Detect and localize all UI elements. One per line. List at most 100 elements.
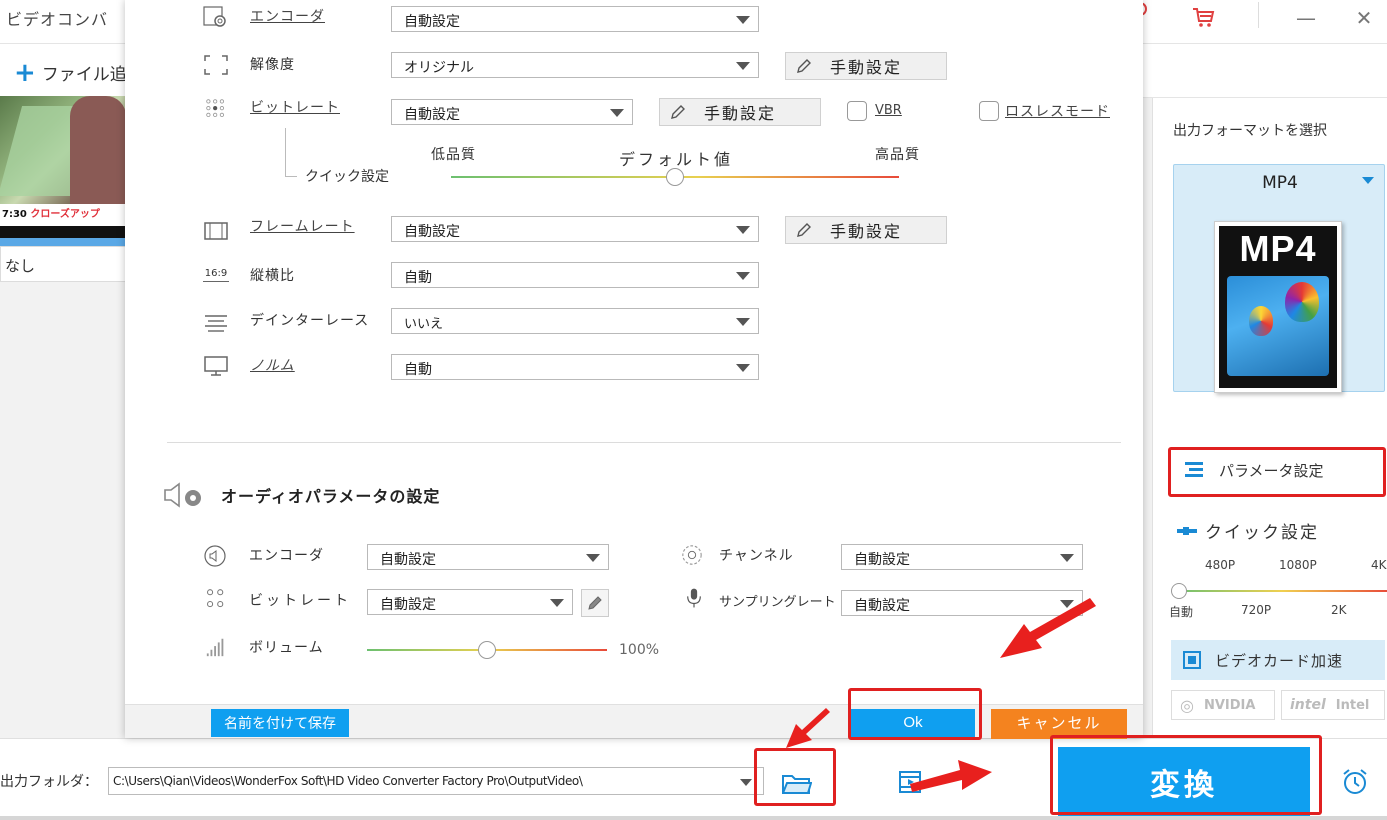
chevron-down-icon[interactable] [740, 779, 752, 786]
gpu-acceleration-toggle[interactable]: ビデオカード加速 [1171, 640, 1385, 680]
norm-select[interactable]: 自動 [391, 354, 759, 380]
audio-bitrate-icon [207, 589, 224, 608]
lossless-checkbox[interactable] [979, 101, 999, 121]
resolution-label: 解像度 [250, 57, 295, 73]
framerate-manual-button[interactable]: 手動設定 [785, 216, 947, 244]
aspect-select[interactable]: 自動 [391, 262, 759, 288]
mp4-card-text: MP4 [1239, 228, 1317, 269]
quick-settings-handle[interactable] [1171, 583, 1187, 599]
quick-tick-auto: 自動 [1169, 605, 1194, 619]
sliders-icon [1185, 461, 1207, 479]
vbr-label[interactable]: VBR [875, 103, 902, 118]
alarm-clock-icon[interactable] [1340, 767, 1370, 797]
app-title: ビデオコンバ [6, 10, 109, 29]
output-format-title: 出力フォーマットを選択 [1173, 123, 1327, 139]
add-file-button[interactable]: + ファイル追 [14, 60, 127, 86]
resolution-manual-button[interactable]: 手動設定 [785, 52, 947, 80]
parameter-settings-button[interactable]: パラメータ設定 [1171, 448, 1385, 492]
audio-bitrate-edit-button[interactable] [581, 589, 609, 617]
quick-tick-4k: 4K [1371, 558, 1387, 572]
cancel-button[interactable]: キャンセル [991, 709, 1127, 739]
folder-icon[interactable] [782, 773, 812, 795]
video-bitrate-label[interactable]: ビットレート [250, 97, 340, 117]
save-as-button[interactable]: 名前を付けて保存 [211, 709, 349, 737]
video-encoder-select[interactable]: 自動設定 [391, 6, 759, 32]
cart-icon[interactable] [1190, 5, 1216, 31]
nvidia-button[interactable]: ◎ NVIDIA [1171, 690, 1275, 720]
quick-tick-1080p: 1080P [1279, 558, 1317, 572]
quick-settings-slider[interactable] [1175, 590, 1387, 592]
framerate-icon [204, 222, 228, 240]
video-encoder-label[interactable]: エンコーダ [250, 6, 325, 26]
thumbnail-caption: 7:30 クローズアップ [0, 204, 126, 226]
video-thumbnail[interactable]: 7:30 クローズアップ [0, 96, 126, 240]
chip-icon [1183, 651, 1201, 669]
audio-section-title: オーディオパラメータの設定 [221, 487, 441, 506]
quick-settings-title: クイック設定 [1177, 518, 1319, 543]
minimize-button[interactable]: — [1290, 0, 1322, 36]
quality-high-label: 高品質 [875, 147, 920, 163]
volume-label: ボリューム [249, 640, 324, 656]
format-selector[interactable]: MP4 MP4 [1173, 164, 1385, 393]
aspect-ratio-icon: 16:9 [203, 268, 229, 282]
norm-label[interactable]: ノルム [250, 355, 295, 375]
framerate-value: 自動設定 [404, 224, 460, 240]
resolution-icon [204, 55, 228, 75]
dialog-footer: 名前を付けて保存 Ok キャンセル [125, 704, 1143, 739]
encoder-gear-icon [203, 6, 226, 27]
pencil-icon [796, 222, 812, 238]
samplerate-value: 自動設定 [854, 598, 910, 614]
subtitle-value: なし [5, 257, 36, 275]
resolution-value: オリジナル [404, 60, 474, 76]
ok-button[interactable]: Ok [851, 709, 975, 737]
vbr-checkbox[interactable] [847, 101, 867, 121]
video-bitrate-value: 自動設定 [404, 107, 460, 123]
audio-bitrate-value: 自動設定 [380, 597, 436, 613]
pencil-icon [796, 58, 812, 74]
video-bitrate-select[interactable]: 自動設定 [391, 99, 633, 125]
aspect-label: 縦横比 [250, 268, 295, 284]
tree-line [285, 128, 286, 176]
output-path-field[interactable]: C:\Users\Qian\Videos\WonderFox Soft\HD V… [108, 767, 764, 795]
deinterlace-label: デインターレース [250, 313, 370, 329]
framerate-select[interactable]: 自動設定 [391, 216, 759, 242]
audio-encoder-select[interactable]: 自動設定 [367, 544, 609, 570]
quality-slider-handle[interactable] [666, 168, 684, 186]
lossless-label[interactable]: ロスレスモード [1005, 101, 1110, 121]
file-progress-bar [0, 238, 126, 246]
audio-bitrate-label: ビットレート [249, 593, 351, 609]
deinterlace-value: いいえ [404, 317, 444, 332]
deinterlace-select[interactable]: いいえ [391, 308, 759, 334]
chevron-down-icon[interactable] [1362, 177, 1374, 184]
audio-encoder-value: 自動設定 [380, 552, 436, 568]
output-folder-label: 出力フォルダ： [0, 774, 98, 790]
channel-value: 自動設定 [854, 552, 910, 568]
samplerate-select[interactable]: 自動設定 [841, 590, 1083, 616]
bitrate-dots-icon [206, 99, 225, 118]
audio-bitrate-select[interactable]: 自動設定 [367, 589, 573, 615]
subtitle-dropdown[interactable]: なし [0, 246, 126, 282]
quick-tick-480p: 480P [1205, 558, 1236, 572]
quality-default-label: デフォルト値 [619, 150, 734, 169]
pencil-icon [670, 104, 686, 120]
pencil-icon [588, 596, 602, 610]
video-encoder-value: 自動設定 [404, 14, 460, 30]
quality-low-label: 低品質 [431, 147, 476, 163]
framerate-label[interactable]: フレームレート [250, 216, 355, 236]
intel-button[interactable]: intel Intel [1281, 690, 1385, 720]
window-bottom-edge [0, 816, 1387, 820]
volume-bars-icon [206, 638, 224, 657]
close-button[interactable]: ✕ [1348, 0, 1380, 36]
convert-button[interactable]: 変換 [1058, 747, 1310, 817]
bitrate-manual-button[interactable]: 手動設定 [659, 98, 821, 126]
channel-select[interactable]: 自動設定 [841, 544, 1083, 570]
monitor-icon [204, 356, 228, 376]
add-file-label: ファイル追 [41, 65, 127, 85]
resolution-select[interactable]: オリジナル [391, 52, 759, 78]
speaker-icon [204, 545, 226, 567]
audio-settings-icon [164, 482, 201, 508]
titlebar-separator [1258, 2, 1259, 28]
film-export-icon[interactable] [898, 769, 926, 795]
audio-encoder-label: エンコーダ [249, 548, 324, 564]
volume-slider-handle[interactable] [478, 641, 496, 659]
